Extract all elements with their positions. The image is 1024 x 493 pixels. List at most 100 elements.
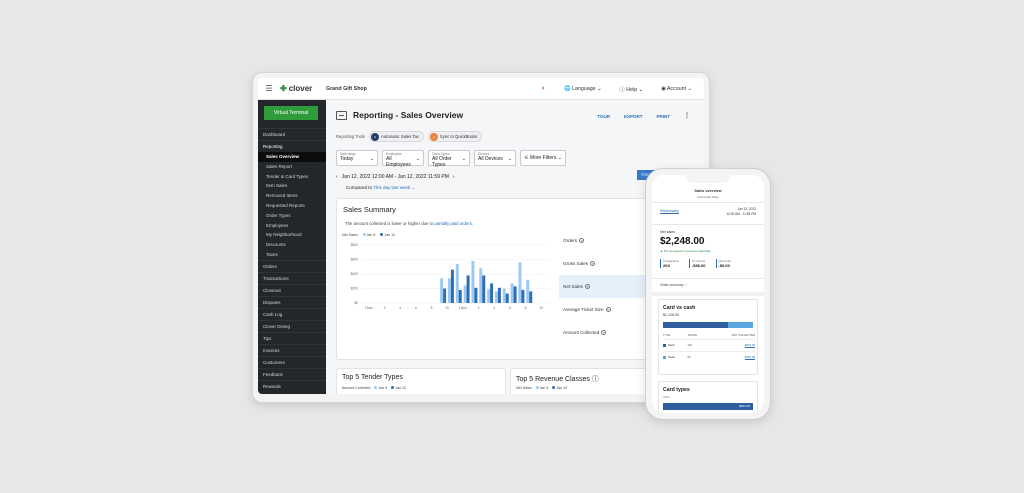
sidebar-subitem[interactable]: Sales Report: [258, 162, 326, 172]
sidebar-item[interactable]: Feedback: [258, 367, 326, 380]
chevron-down-icon: ⌄: [415, 156, 420, 162]
bar-jan-5: [518, 262, 522, 303]
y-tick-label: $400: [351, 272, 359, 276]
sidebar-item[interactable]: Customers: [258, 355, 326, 368]
y-tick-label: $0: [354, 301, 358, 305]
card-title: Card vs cash: [663, 305, 696, 311]
sidebar-item[interactable]: Reporting: [258, 140, 326, 152]
more-filters-button[interactable]: ⚟ More Filters ⌄: [520, 150, 566, 166]
y-tick-label: $800: [351, 243, 359, 247]
sidebar-item[interactable]: Orders: [258, 259, 326, 272]
info-icon: ?: [579, 238, 585, 244]
note-text: The amount collected is lower or higher …: [345, 221, 434, 226]
card-cash-bar: [663, 322, 753, 328]
card-legend: Net Sales Jan 5 Jan 12: [516, 386, 567, 390]
more-filters-label: More Filters: [529, 155, 557, 161]
metric-item[interactable]: Gross Sales?▾: [559, 252, 655, 275]
notification-icon[interactable]: ◐: [542, 85, 546, 92]
legend-item: Jan 5: [535, 386, 548, 390]
legend-item: Jan 12: [380, 233, 395, 237]
date-range-filter[interactable]: Date range Today ⌄: [336, 150, 378, 166]
bar-jan-12: [497, 287, 501, 303]
chevron-right-icon[interactable]: ›: [453, 174, 455, 180]
language-label: Language: [572, 85, 596, 92]
amount-link[interactable]: $824.00: [706, 338, 755, 351]
sales-summary-title: Sales Summary: [343, 205, 396, 214]
amount-link[interactable]: $326.00: [706, 350, 755, 363]
bar-jan-5: [447, 278, 451, 303]
order-summary-link[interactable]: Order summary ›: [660, 283, 687, 287]
metric-item[interactable]: Orders?: [559, 229, 655, 252]
sidebar-subitem[interactable]: Employees: [258, 221, 326, 231]
card-vs-cash-card: Card vs cash $1,128.00 TYPE TRANS AMT COLL…: [658, 299, 758, 375]
legend-title: Amount Collected: [342, 386, 371, 390]
sidebar-item[interactable]: Rewards: [258, 379, 326, 392]
hamburger-icon[interactable]: ☰: [258, 84, 280, 93]
sidebar-item[interactable]: Transactions: [258, 271, 326, 284]
account-menu[interactable]: ◉ Account ⌄: [661, 86, 692, 92]
sidebar-item[interactable]: Disputes: [258, 295, 326, 308]
bar-jan-12: [490, 283, 494, 303]
sidebar-item[interactable]: Closeout: [258, 283, 326, 296]
marketing-stage: ☰ ✤ clover Grand Gift Shop ◐ 🌐 Language …: [0, 0, 1024, 493]
bar-jan-12: [458, 289, 462, 303]
sidebar-subitem[interactable]: Order Types: [258, 211, 326, 221]
sidebar-item[interactable]: Invoices: [258, 343, 326, 356]
bar-jan-5: [494, 291, 498, 303]
card-legend: Amount Collected Jan 5 Jan 12: [342, 386, 406, 390]
metric-item[interactable]: Average Ticket Size?▾: [559, 298, 655, 321]
sidebar-subitem[interactable]: Sales Overview: [258, 152, 326, 162]
x-tick-label: 12am: [365, 306, 373, 310]
phone-notch: [686, 175, 730, 183]
partially-paid-link[interactable]: partially paid orders.: [434, 221, 473, 226]
sidebar-item[interactable]: Dashboard: [258, 128, 326, 140]
y-tick-label: $200: [351, 287, 359, 291]
sidebar-item[interactable]: Clover Dining: [258, 319, 326, 332]
help-menu[interactable]: ⓘ Help ⌄: [620, 85, 644, 93]
stat-refunds: To refunds -$96.00: [688, 259, 706, 268]
info-icon[interactable]: ⓘ: [592, 376, 599, 383]
sync-quickbooks-chip[interactable]: q Sync to QuickBooks: [427, 131, 483, 142]
info-icon: ?: [584, 284, 590, 290]
print-button[interactable]: PRINT: [657, 114, 671, 119]
order-types-filter[interactable]: Order Types All Order Types ⌄: [428, 150, 470, 168]
sidebar-subitem[interactable]: Item Sales: [258, 181, 326, 191]
tour-button[interactable]: TOUR: [597, 114, 610, 119]
y-tick-label: $600: [351, 258, 359, 262]
sidebar-subitem[interactable]: Requested Reports: [258, 201, 326, 211]
tablet-device: ☰ ✤ clover Grand Gift Shop ◐ 🌐 Language …: [252, 72, 710, 403]
sidebar-subitem[interactable]: Taxes: [258, 250, 326, 260]
filter-value: All Order Types: [432, 156, 452, 168]
x-tick-label: 2: [384, 306, 386, 310]
sidebar-subitem[interactable]: Discounts: [258, 240, 326, 250]
merchant-name[interactable]: Grand Gift Shop: [326, 86, 516, 92]
metric-item[interactable]: Net Sales?▾: [559, 275, 655, 298]
sidebar-subitem[interactable]: Removed Items: [258, 191, 326, 201]
info-icon: ?: [590, 261, 596, 267]
virtual-terminal-button[interactable]: Virtual Terminal: [264, 106, 318, 120]
top-bar: ☰ ✤ clover Grand Gift Shop ◐ 🌐 Language …: [258, 78, 704, 100]
sidebar-subitem[interactable]: My Neighborhood: [258, 230, 326, 240]
sidebar-subitem[interactable]: Tender & Card Types: [258, 172, 326, 182]
bar-jan-12: [521, 289, 525, 303]
metric-item[interactable]: Amount Collected?▾: [559, 321, 655, 344]
automatic-sales-tax-chip[interactable]: A Automatic Sales Tax: [369, 131, 424, 142]
export-button[interactable]: EXPORT: [624, 114, 643, 119]
sidebar-item[interactable]: Cash Log: [258, 307, 326, 320]
card-types-card: Card types VISA $824.00: [658, 381, 758, 413]
chevron-left-icon[interactable]: ‹: [336, 174, 338, 180]
more-vertical-icon[interactable]: ⋮: [684, 112, 690, 119]
sidebar-item[interactable]: Tips: [258, 331, 326, 344]
chevron-down-icon: ⌄: [369, 156, 374, 162]
day-selector[interactable]: Wednesday: [660, 209, 679, 213]
language-menu[interactable]: 🌐 Language ⌄: [564, 86, 602, 92]
legend-item: Jan 5: [362, 233, 375, 237]
bar-jan-12: [529, 291, 533, 303]
employees-filter[interactable]: Employees All Employees ⌄: [382, 150, 424, 168]
metric-label: Amount Collected: [563, 330, 600, 335]
legend-item: Jan 12: [391, 386, 406, 390]
compared-to-dropdown[interactable]: This day last week ⌄: [373, 185, 415, 190]
devices-filter[interactable]: Devices All Devices ⌄: [474, 150, 516, 166]
chart-legend: Net Sales Jan 5 Jan 12: [342, 233, 395, 237]
filter-value: Today: [340, 156, 354, 162]
